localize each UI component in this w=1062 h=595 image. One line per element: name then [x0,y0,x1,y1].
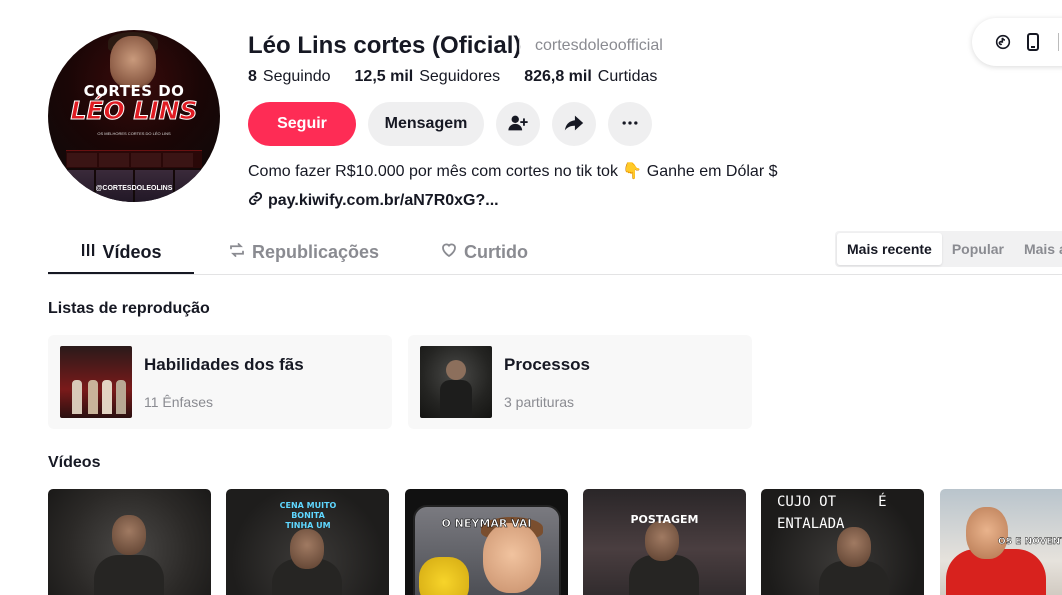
name-separator [519,38,520,54]
profile-avatar[interactable]: CORTES DO LÉO LINS OS MELHORES CORTES DO… [48,30,220,202]
playlist-name: Habilidades dos fãs [144,355,304,374]
videos-heading: Vídeos [48,454,101,471]
video-face [966,507,1008,559]
grid-icon [80,242,102,263]
suggest-accounts-button[interactable] [496,102,540,146]
sort-popular[interactable]: Popular [942,233,1014,265]
video-caption: OS E NOVENT [998,537,1062,547]
avatar-face [110,36,156,88]
playlist-card[interactable]: Habilidades dos fãs 11 Ênfases [48,335,392,429]
top-right-tools [972,18,1062,66]
video-thumbnail[interactable] [48,489,211,595]
tab-liked-label: Curtido [464,241,528,262]
tab-videos-label: Vídeos [102,241,162,262]
stat-following-label: Seguindo [262,68,331,85]
device-icon[interactable] [1018,27,1048,57]
playlist-name: Processos [504,355,590,374]
playlist-count: 3 partituras [504,394,575,410]
profile-username: cortesdoleoofficial [535,37,663,54]
link-icon [248,191,268,211]
video-thumbnail[interactable]: POSTAGEM [583,489,746,595]
tab-videos[interactable]: Vídeos [48,230,194,274]
active-tab-indicator [48,272,194,274]
tiktok-music-icon[interactable] [988,27,1018,57]
profile-bio: Como fazer R$10.000 por mês com cortes n… [248,163,778,180]
message-button[interactable]: Mensagem [368,102,484,146]
video-thumbnail[interactable]: O NEYMAR VAI [405,489,568,595]
playlist-thumbnail [60,346,132,418]
avatar-badge-strip [66,150,202,168]
video-thumbnail[interactable]: CUJO OT É ENTALADA [761,489,924,595]
avatar-subtitle: OS MELHORES CORTES DO LÉO LINS [97,131,171,136]
stat-following[interactable]: 8 Seguindo [248,68,331,86]
video-thumbnail[interactable]: OS E NOVENT [940,489,1062,595]
playlist-card[interactable]: Processos 3 partituras [408,335,752,429]
more-dots-icon [620,113,640,136]
add-user-icon [507,112,529,137]
video-face [483,523,541,593]
heart-icon [440,241,464,264]
sort-switch: Mais recente Popular Mais antigo [835,231,1062,267]
video-caption: O NEYMAR VAI [441,517,532,531]
profile-link[interactable]: pay.kiwify.com.br/aN7R0xG?... [248,191,499,211]
tab-reposts[interactable]: Republicações [228,230,379,274]
avatar-title-line2: LÉO LINS [70,96,198,126]
avatar-handle: @CORTESDOLEOLINS [95,185,173,192]
video-caption: CENA MUITO BONITA TINHA UM [279,501,337,530]
video-thumbnail[interactable]: CENA MUITO BONITA TINHA UM [226,489,389,595]
stat-followers-label: Seguidores [419,68,501,85]
tab-reposts-label: Republicações [252,241,380,262]
playlist-count: 11 Ênfases [144,394,214,410]
stat-followers[interactable]: 12,5 mil Seguidores [355,68,501,86]
stat-following-value: 8 [248,68,257,85]
follow-button[interactable]: Seguir [248,102,356,146]
stat-likes-value: 826,8 mil [524,68,592,85]
tab-liked[interactable]: Curtido [440,230,528,274]
share-button[interactable] [552,102,596,146]
video-yellow-shirt [419,557,469,595]
stat-followers-value: 12,5 mil [354,68,414,85]
tool-separator [1058,33,1059,51]
stat-likes-label: Curtidas [597,68,658,85]
profile-stats: 8 Seguindo 12,5 mil Seguidores 826,8 mil… [248,68,681,86]
repost-icon [228,241,252,264]
sort-latest[interactable]: Mais recente [837,233,942,265]
sort-oldest[interactable]: Mais antigo [1014,233,1062,265]
video-caption: POSTAGEM [630,513,699,526]
more-options-button[interactable] [608,102,652,146]
profile-display-name: Léo Lins cortes (Oficial) [248,32,522,59]
playlists-heading: Listas de reprodução [48,300,210,317]
share-icon [563,112,585,137]
stat-likes: 826,8 mil Curtidas [524,68,657,86]
profile-link-text: pay.kiwify.com.br/aN7R0xG?... [268,192,499,209]
playlist-thumbnail [420,346,492,418]
